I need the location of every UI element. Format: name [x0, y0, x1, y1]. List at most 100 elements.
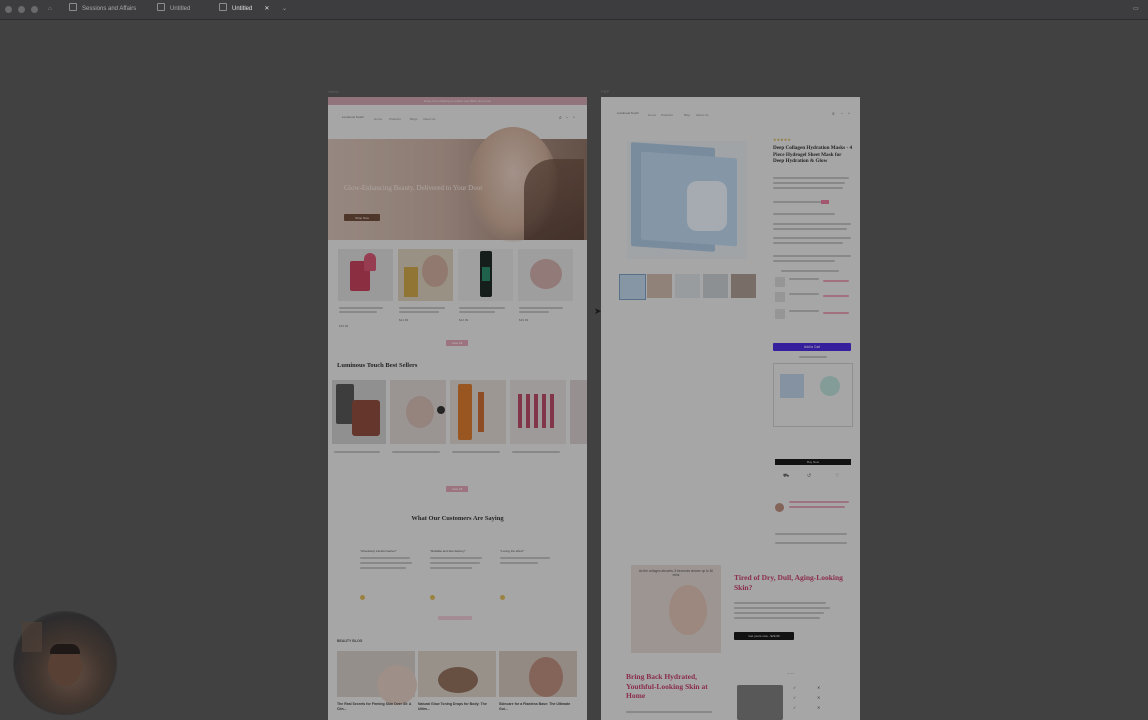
comparison-header: — —: [787, 671, 794, 675]
blog-post-title[interactable]: Natural Glow Toning Drops for Body: The …: [418, 702, 496, 712]
file-icon: [219, 3, 227, 11]
file-icon: [69, 3, 77, 11]
rating-stars: ★★★★★: [773, 137, 791, 142]
check-icon: ✓: [793, 685, 797, 690]
nav-blog[interactable]: Blog: [684, 113, 690, 117]
product-price: $15.99: [339, 324, 349, 328]
product-card-image[interactable]: [458, 249, 513, 301]
nav-products[interactable]: Products: [661, 113, 673, 117]
product-price: $19.99: [519, 318, 529, 322]
nav-about[interactable]: About Us: [423, 117, 435, 121]
frame-label-home: Home: [328, 89, 339, 94]
window-titlebar: ⌂ Sessions and Affairs Untitled Untitled…: [0, 0, 1148, 20]
blog-post-image[interactable]: [418, 651, 496, 697]
close-icon: ✕: [817, 695, 821, 700]
close-icon: ✕: [817, 705, 821, 710]
nav-home[interactable]: Home: [374, 117, 382, 121]
bundle-widget[interactable]: [773, 363, 853, 427]
section-title: Bring Back Hydrated, Youthful-Looking Sk…: [626, 672, 708, 700]
avatar: [360, 595, 365, 600]
search-icon[interactable]: ⌕: [559, 115, 562, 121]
comparison-image: [737, 685, 783, 720]
hero-shop-button[interactable]: Shop Now: [344, 214, 380, 221]
best-seller-card[interactable]: [570, 380, 587, 444]
nav-blogs[interactable]: Blogs: [410, 117, 418, 121]
best-seller-card[interactable]: [510, 380, 566, 444]
bundle-option-image[interactable]: [775, 309, 785, 319]
tab-untitled-2[interactable]: Untitled ✕: [219, 3, 269, 16]
best-seller-card[interactable]: [390, 380, 446, 444]
home-frame[interactable]: Enjoy free shipping on orders over $50 |…: [328, 97, 587, 720]
check-icon: ✓: [793, 695, 797, 700]
hero-banner: Glow-Enhancing Beauty, Delivered to Your…: [328, 127, 587, 242]
thumbnail[interactable]: [731, 274, 756, 298]
sidebar-toggle-icon[interactable]: ▭: [1133, 3, 1139, 16]
search-icon[interactable]: ⌕: [832, 111, 835, 117]
view-all-button[interactable]: View All: [446, 340, 468, 346]
product-title: Deep Collagen Hydration Masks - 4 Piece …: [773, 145, 853, 164]
heart-icon: ♡: [835, 473, 840, 479]
best-seller-card[interactable]: [332, 380, 386, 444]
close-window-button[interactable]: [5, 6, 12, 13]
hero-title: Glow-Enhancing Beauty, Delivered to Your…: [344, 184, 483, 192]
avatar: [500, 595, 505, 600]
tab-sessions[interactable]: Sessions and Affairs: [69, 3, 136, 16]
section-image: As the collagen absorbs, it becomes clea…: [631, 565, 721, 653]
thumbnail[interactable]: [619, 274, 646, 300]
shipping-icon: ⛟: [783, 473, 790, 479]
announcement-bar: Enjoy free shipping on orders over $50 |…: [328, 97, 587, 105]
nav-home[interactable]: Home: [648, 113, 656, 117]
webcam-overlay: [13, 611, 117, 715]
blog-post-image[interactable]: [337, 651, 417, 705]
home-icon[interactable]: ⌂: [48, 3, 52, 16]
account-icon[interactable]: ◦: [841, 111, 843, 117]
section-cta-button[interactable]: Get yours now - $29.99: [734, 632, 794, 640]
tab-untitled-1[interactable]: Untitled: [157, 3, 190, 16]
thumbnail[interactable]: [675, 274, 700, 298]
chevron-down-icon[interactable]: ⌄: [282, 3, 287, 16]
read-more-button[interactable]: [438, 616, 472, 620]
returns-icon: ↺: [807, 473, 812, 479]
nav-products[interactable]: Products: [389, 117, 401, 121]
avatar: [775, 503, 784, 512]
frame-label-pdp: PDP: [601, 89, 610, 94]
nav-about[interactable]: About Us: [696, 113, 708, 117]
product-price: $24.99: [399, 318, 409, 322]
site-logo[interactable]: Luminous Touch: [617, 111, 639, 115]
close-tab-icon[interactable]: ✕: [264, 6, 269, 12]
bundle-option-image[interactable]: [775, 292, 785, 302]
best-seller-card[interactable]: [450, 380, 506, 444]
product-card-image[interactable]: [338, 249, 393, 301]
blog-post-title[interactable]: Skincare for a Flawless Base: The Ultima…: [499, 702, 577, 712]
blog-label: BEAUTY BLOG: [337, 639, 363, 643]
product-card-image[interactable]: [398, 249, 453, 301]
testimonial-quote: "Loving the effect": [500, 549, 525, 553]
section-title: Tired of Dry, Dull, Aging-Looking Skin?: [734, 573, 843, 592]
site-logo[interactable]: Luminous Touch: [342, 115, 364, 119]
sale-badge: [821, 200, 829, 204]
close-icon: ✕: [817, 685, 821, 690]
account-icon[interactable]: ◦: [566, 115, 568, 121]
cart-icon[interactable]: ▫: [573, 115, 575, 121]
bundle-option-image[interactable]: [775, 277, 785, 287]
zoom-window-button[interactable]: [31, 6, 38, 13]
thumbnail[interactable]: [647, 274, 672, 298]
pdp-frame[interactable]: Luminous Touch Home Products Blog About …: [601, 97, 860, 720]
product-card-image[interactable]: [518, 249, 573, 301]
blog-post-image[interactable]: [499, 651, 577, 697]
view-all-button[interactable]: View All: [446, 486, 468, 492]
minimize-window-button[interactable]: [18, 6, 25, 13]
check-icon: ✓: [793, 705, 797, 710]
testimonial-quote: "Reliable and fast delivery": [430, 549, 466, 553]
product-main-image[interactable]: [627, 141, 747, 259]
cart-icon[interactable]: ▫: [848, 111, 850, 117]
best-sellers-title: Luminous Touch Best Sellers: [337, 362, 418, 369]
product-price: $12.99: [459, 318, 469, 322]
blog-post-title[interactable]: The Real Secrets for Firming Skin Over 3…: [337, 702, 415, 712]
testimonials-title: What Our Customers Are Saying: [411, 515, 504, 522]
add-to-cart-button[interactable]: Add to Cart: [773, 343, 851, 351]
thumbnail[interactable]: [703, 274, 728, 298]
file-icon: [157, 3, 165, 11]
buy-now-button[interactable]: Buy Now: [775, 459, 851, 465]
mouse-cursor: ➤: [594, 306, 602, 316]
